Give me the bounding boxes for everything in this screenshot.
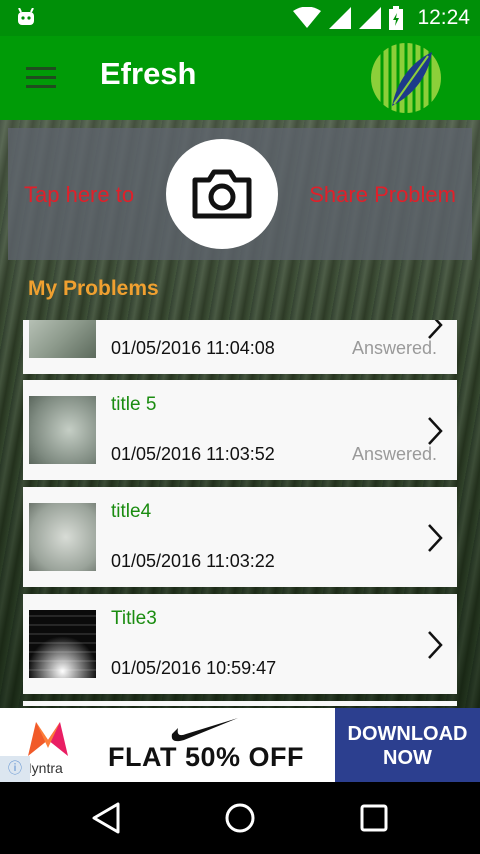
ad-banner[interactable]: Myntra FLAT 50% OFF DOWNLOAD NOW ⓘ — [0, 708, 480, 782]
my-problems-heading: My Problems — [28, 277, 159, 300]
recents-icon[interactable] — [356, 800, 392, 836]
app-title: Efresh — [100, 56, 197, 91]
list-item[interactable]: 01/05/2016 11:04:08 Answered. — [23, 320, 457, 374]
hamburger-menu-icon[interactable] — [26, 67, 56, 89]
navigation-bar — [0, 782, 480, 854]
problem-date: 01/05/2016 11:03:52 — [111, 444, 275, 464]
camera-button[interactable] — [166, 139, 278, 249]
chevron-right-icon[interactable] — [427, 416, 443, 446]
share-problem-text: Share Problem — [309, 182, 456, 207]
problem-thumbnail — [29, 503, 96, 571]
nike-swoosh-logo — [171, 718, 238, 742]
problem-status: Answered. — [351, 338, 437, 358]
home-icon[interactable] — [222, 800, 258, 836]
ad-offer: FLAT 50% OFF — [108, 742, 305, 772]
problems-list[interactable]: 01/05/2016 11:04:08 Answered. title 5 01… — [23, 320, 457, 706]
problem-title: title 5 — [111, 394, 157, 415]
status-bar: 12:24 — [0, 0, 480, 36]
problem-thumbnail — [29, 320, 96, 358]
chevron-right-icon[interactable] — [427, 630, 443, 660]
list-item[interactable]: title4 01/05/2016 11:03:22 — [23, 487, 457, 587]
camera-icon — [192, 169, 252, 219]
android-notification-icon — [18, 8, 34, 25]
problem-date: 01/05/2016 10:59:47 — [111, 658, 277, 678]
problem-thumbnail — [29, 396, 96, 464]
app-bar: Efresh — [0, 36, 480, 120]
download-now-button[interactable]: DOWNLOAD NOW — [335, 708, 480, 782]
app-logo — [371, 42, 441, 114]
signal-icon-2 — [359, 7, 382, 29]
signal-icon — [329, 7, 352, 29]
back-icon[interactable] — [88, 800, 124, 836]
ad-info-icon[interactable]: ⓘ — [0, 756, 30, 782]
chevron-right-icon[interactable] — [427, 523, 443, 553]
problem-status: Answered. — [351, 444, 437, 464]
problem-title: title4 — [111, 501, 152, 522]
wifi-icon — [293, 7, 322, 28]
myntra-logo — [28, 722, 68, 756]
problem-thumbnail — [29, 610, 96, 678]
chevron-right-icon[interactable] — [427, 320, 443, 340]
clock: 12:24 — [417, 6, 470, 29]
battery-icon — [389, 6, 404, 30]
list-item[interactable]: title 5 01/05/2016 11:03:52 Answered. — [23, 380, 457, 480]
list-item[interactable]: Title3 01/05/2016 10:59:47 — [23, 594, 457, 694]
problem-title: Title3 — [111, 608, 157, 629]
list-item[interactable] — [23, 701, 457, 706]
problem-date: 01/05/2016 11:04:08 — [111, 338, 275, 358]
problem-date: 01/05/2016 11:03:22 — [111, 551, 275, 571]
tap-here-text: Tap here to — [24, 182, 135, 207]
